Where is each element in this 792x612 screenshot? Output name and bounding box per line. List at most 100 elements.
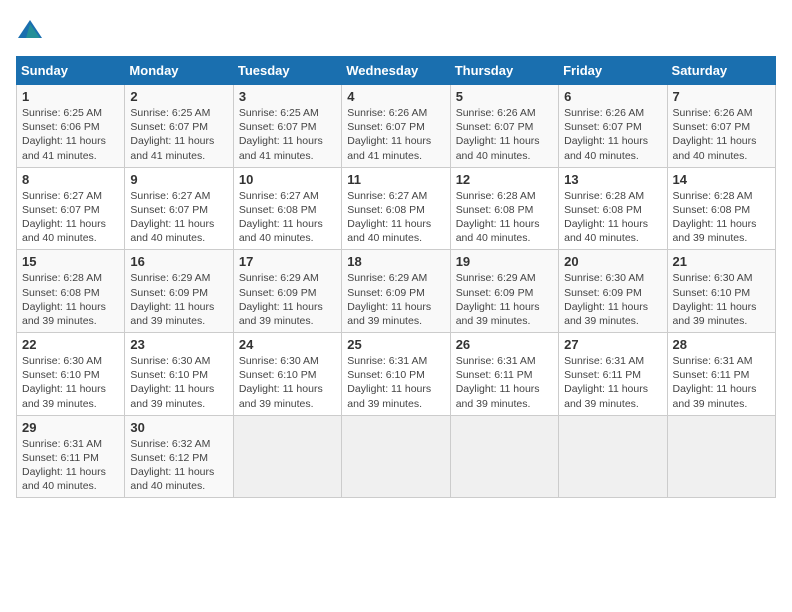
day-number: 16 <box>130 254 227 269</box>
calendar-cell: 16 Sunrise: 6:29 AM Sunset: 6:09 PM Dayl… <box>125 250 233 333</box>
day-number: 13 <box>564 172 661 187</box>
day-number: 15 <box>22 254 119 269</box>
day-number: 27 <box>564 337 661 352</box>
calendar-cell: 30 Sunrise: 6:32 AM Sunset: 6:12 PM Dayl… <box>125 415 233 498</box>
calendar-cell <box>342 415 450 498</box>
day-info: Sunrise: 6:26 AM Sunset: 6:07 PM Dayligh… <box>347 106 444 163</box>
day-number: 24 <box>239 337 336 352</box>
logo-icon <box>16 16 44 44</box>
calendar-cell: 22 Sunrise: 6:30 AM Sunset: 6:10 PM Dayl… <box>17 333 125 416</box>
header-day-sunday: Sunday <box>17 57 125 85</box>
day-info: Sunrise: 6:30 AM Sunset: 6:10 PM Dayligh… <box>239 354 336 411</box>
calendar-cell: 14 Sunrise: 6:28 AM Sunset: 6:08 PM Dayl… <box>667 167 775 250</box>
day-number: 12 <box>456 172 553 187</box>
calendar-cell: 8 Sunrise: 6:27 AM Sunset: 6:07 PM Dayli… <box>17 167 125 250</box>
day-info: Sunrise: 6:25 AM Sunset: 6:07 PM Dayligh… <box>239 106 336 163</box>
day-info: Sunrise: 6:29 AM Sunset: 6:09 PM Dayligh… <box>239 271 336 328</box>
day-info: Sunrise: 6:27 AM Sunset: 6:07 PM Dayligh… <box>130 189 227 246</box>
calendar-cell: 24 Sunrise: 6:30 AM Sunset: 6:10 PM Dayl… <box>233 333 341 416</box>
day-info: Sunrise: 6:26 AM Sunset: 6:07 PM Dayligh… <box>564 106 661 163</box>
calendar-cell: 15 Sunrise: 6:28 AM Sunset: 6:08 PM Dayl… <box>17 250 125 333</box>
day-number: 28 <box>673 337 770 352</box>
calendar-cell: 19 Sunrise: 6:29 AM Sunset: 6:09 PM Dayl… <box>450 250 558 333</box>
day-info: Sunrise: 6:28 AM Sunset: 6:08 PM Dayligh… <box>22 271 119 328</box>
calendar-cell: 9 Sunrise: 6:27 AM Sunset: 6:07 PM Dayli… <box>125 167 233 250</box>
calendar-cell: 10 Sunrise: 6:27 AM Sunset: 6:08 PM Dayl… <box>233 167 341 250</box>
calendar-cell <box>667 415 775 498</box>
day-number: 14 <box>673 172 770 187</box>
calendar-cell: 27 Sunrise: 6:31 AM Sunset: 6:11 PM Dayl… <box>559 333 667 416</box>
day-number: 11 <box>347 172 444 187</box>
header-day-wednesday: Wednesday <box>342 57 450 85</box>
calendar-cell <box>450 415 558 498</box>
day-number: 19 <box>456 254 553 269</box>
header-day-monday: Monday <box>125 57 233 85</box>
day-number: 18 <box>347 254 444 269</box>
day-info: Sunrise: 6:29 AM Sunset: 6:09 PM Dayligh… <box>347 271 444 328</box>
calendar-cell: 3 Sunrise: 6:25 AM Sunset: 6:07 PM Dayli… <box>233 85 341 168</box>
calendar-cell: 17 Sunrise: 6:29 AM Sunset: 6:09 PM Dayl… <box>233 250 341 333</box>
calendar-week-5: 29 Sunrise: 6:31 AM Sunset: 6:11 PM Dayl… <box>17 415 776 498</box>
day-info: Sunrise: 6:26 AM Sunset: 6:07 PM Dayligh… <box>456 106 553 163</box>
day-info: Sunrise: 6:27 AM Sunset: 6:08 PM Dayligh… <box>347 189 444 246</box>
day-number: 20 <box>564 254 661 269</box>
logo <box>16 16 44 44</box>
calendar-cell: 1 Sunrise: 6:25 AM Sunset: 6:06 PM Dayli… <box>17 85 125 168</box>
calendar-cell: 21 Sunrise: 6:30 AM Sunset: 6:10 PM Dayl… <box>667 250 775 333</box>
calendar-cell: 23 Sunrise: 6:30 AM Sunset: 6:10 PM Dayl… <box>125 333 233 416</box>
calendar-week-2: 8 Sunrise: 6:27 AM Sunset: 6:07 PM Dayli… <box>17 167 776 250</box>
day-info: Sunrise: 6:31 AM Sunset: 6:11 PM Dayligh… <box>456 354 553 411</box>
day-number: 26 <box>456 337 553 352</box>
day-info: Sunrise: 6:31 AM Sunset: 6:11 PM Dayligh… <box>22 437 119 494</box>
calendar-week-4: 22 Sunrise: 6:30 AM Sunset: 6:10 PM Dayl… <box>17 333 776 416</box>
day-info: Sunrise: 6:27 AM Sunset: 6:08 PM Dayligh… <box>239 189 336 246</box>
calendar-cell: 29 Sunrise: 6:31 AM Sunset: 6:11 PM Dayl… <box>17 415 125 498</box>
calendar-cell: 7 Sunrise: 6:26 AM Sunset: 6:07 PM Dayli… <box>667 85 775 168</box>
page-header <box>16 16 776 44</box>
day-info: Sunrise: 6:30 AM Sunset: 6:10 PM Dayligh… <box>673 271 770 328</box>
day-number: 5 <box>456 89 553 104</box>
day-number: 17 <box>239 254 336 269</box>
header-day-saturday: Saturday <box>667 57 775 85</box>
calendar-header-row: SundayMondayTuesdayWednesdayThursdayFrid… <box>17 57 776 85</box>
day-info: Sunrise: 6:30 AM Sunset: 6:10 PM Dayligh… <box>22 354 119 411</box>
day-number: 8 <box>22 172 119 187</box>
header-day-thursday: Thursday <box>450 57 558 85</box>
day-info: Sunrise: 6:28 AM Sunset: 6:08 PM Dayligh… <box>673 189 770 246</box>
day-info: Sunrise: 6:32 AM Sunset: 6:12 PM Dayligh… <box>130 437 227 494</box>
calendar-cell: 26 Sunrise: 6:31 AM Sunset: 6:11 PM Dayl… <box>450 333 558 416</box>
calendar-week-3: 15 Sunrise: 6:28 AM Sunset: 6:08 PM Dayl… <box>17 250 776 333</box>
day-number: 2 <box>130 89 227 104</box>
day-number: 25 <box>347 337 444 352</box>
day-info: Sunrise: 6:30 AM Sunset: 6:09 PM Dayligh… <box>564 271 661 328</box>
day-info: Sunrise: 6:28 AM Sunset: 6:08 PM Dayligh… <box>564 189 661 246</box>
calendar-cell <box>233 415 341 498</box>
calendar-cell: 18 Sunrise: 6:29 AM Sunset: 6:09 PM Dayl… <box>342 250 450 333</box>
day-number: 9 <box>130 172 227 187</box>
day-info: Sunrise: 6:30 AM Sunset: 6:10 PM Dayligh… <box>130 354 227 411</box>
calendar-cell: 25 Sunrise: 6:31 AM Sunset: 6:10 PM Dayl… <box>342 333 450 416</box>
day-info: Sunrise: 6:27 AM Sunset: 6:07 PM Dayligh… <box>22 189 119 246</box>
day-number: 22 <box>22 337 119 352</box>
day-number: 29 <box>22 420 119 435</box>
day-number: 4 <box>347 89 444 104</box>
day-number: 30 <box>130 420 227 435</box>
calendar-cell: 2 Sunrise: 6:25 AM Sunset: 6:07 PM Dayli… <box>125 85 233 168</box>
day-info: Sunrise: 6:25 AM Sunset: 6:06 PM Dayligh… <box>22 106 119 163</box>
day-number: 23 <box>130 337 227 352</box>
header-day-tuesday: Tuesday <box>233 57 341 85</box>
calendar-table: SundayMondayTuesdayWednesdayThursdayFrid… <box>16 56 776 498</box>
calendar-cell: 11 Sunrise: 6:27 AM Sunset: 6:08 PM Dayl… <box>342 167 450 250</box>
day-number: 10 <box>239 172 336 187</box>
day-number: 1 <box>22 89 119 104</box>
header-day-friday: Friday <box>559 57 667 85</box>
day-number: 21 <box>673 254 770 269</box>
calendar-cell: 28 Sunrise: 6:31 AM Sunset: 6:11 PM Dayl… <box>667 333 775 416</box>
day-number: 7 <box>673 89 770 104</box>
calendar-week-1: 1 Sunrise: 6:25 AM Sunset: 6:06 PM Dayli… <box>17 85 776 168</box>
day-info: Sunrise: 6:29 AM Sunset: 6:09 PM Dayligh… <box>130 271 227 328</box>
day-info: Sunrise: 6:29 AM Sunset: 6:09 PM Dayligh… <box>456 271 553 328</box>
day-info: Sunrise: 6:31 AM Sunset: 6:11 PM Dayligh… <box>673 354 770 411</box>
day-number: 3 <box>239 89 336 104</box>
day-info: Sunrise: 6:31 AM Sunset: 6:10 PM Dayligh… <box>347 354 444 411</box>
